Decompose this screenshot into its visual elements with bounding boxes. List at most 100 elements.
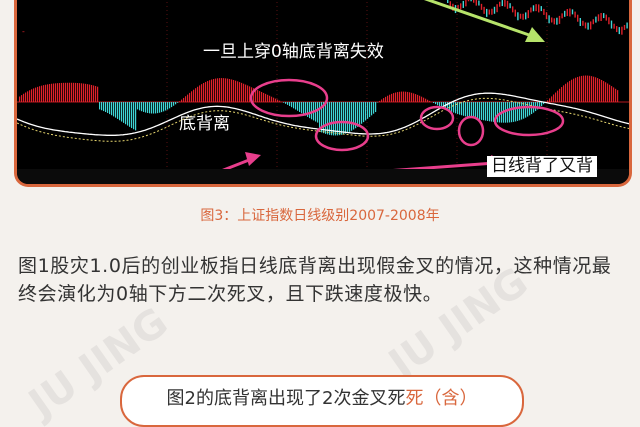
histogram-bar: [297, 102, 298, 111]
histogram-bar: [203, 83, 204, 102]
histogram-bar: [271, 97, 272, 102]
histogram-bar: [53, 84, 54, 102]
histogram-bar: [119, 102, 120, 120]
histogram-bar: [577, 77, 578, 102]
histogram-bar: [385, 97, 386, 102]
histogram-bar: [569, 81, 570, 102]
candle: [551, 17, 552, 22]
histogram-bar: [603, 81, 604, 102]
histogram-bar: [61, 83, 62, 102]
body-paragraph: 图1股灾1.0后的创业板指日线底背离出现假金叉的情况，这种情况最终会演化为0轴下…: [18, 252, 622, 308]
candle: [593, 19, 594, 24]
histogram-bar: [389, 95, 390, 102]
histogram-bar: [507, 102, 508, 123]
histogram-bar: [395, 93, 396, 102]
candle: [509, 3, 510, 8]
histogram-bar: [571, 80, 572, 102]
histogram-bar: [23, 94, 24, 102]
histogram-bar: [469, 102, 470, 117]
histogram-bar: [263, 93, 264, 102]
candle: [580, 18, 581, 26]
histogram-bar: [415, 94, 416, 102]
histogram-bar: [233, 80, 234, 102]
histogram-bar: [291, 102, 292, 107]
histogram-bar: [193, 90, 194, 102]
histogram-bar: [83, 84, 84, 102]
histogram-bar: [259, 91, 260, 102]
candle: [504, 0, 505, 7]
histogram-bar: [481, 102, 482, 120]
histogram-bar: [427, 100, 428, 102]
histogram-bar: [123, 102, 124, 123]
chart-frame: - 一旦上穿0轴底背离失效 底: [14, 0, 632, 187]
histogram-bar: [143, 102, 144, 112]
candle: [606, 15, 607, 21]
histogram-bar: [429, 101, 430, 102]
histogram-bar: [159, 102, 160, 113]
histogram-bar: [273, 98, 274, 102]
highlight-circle: [459, 117, 483, 145]
histogram-bar: [65, 83, 66, 102]
histogram-bar: [497, 102, 498, 122]
histogram-bar: [565, 84, 566, 102]
candle: [603, 13, 604, 18]
histogram-bar: [357, 102, 358, 127]
histogram-bar: [519, 102, 520, 120]
histogram-bar: [381, 99, 382, 102]
histogram-bar: [589, 76, 590, 102]
histogram-bar: [149, 102, 150, 113]
histogram-bar: [183, 98, 184, 102]
histogram-bar: [269, 96, 270, 102]
histogram-bar: [87, 84, 88, 102]
histogram-bar: [459, 102, 460, 115]
histogram-bar: [491, 102, 492, 122]
histogram-bar: [353, 102, 354, 130]
histogram-bar: [597, 78, 598, 102]
histogram-bar: [99, 102, 100, 109]
histogram-bar: [265, 94, 266, 102]
candle: [478, 1, 479, 6]
candle: [546, 12, 547, 19]
candle: [491, 9, 492, 15]
histogram-bar: [359, 102, 360, 125]
candle: [530, 7, 531, 12]
candle: [473, 0, 474, 3]
histogram-bar: [247, 85, 248, 102]
histogram-bar: [177, 102, 178, 103]
histogram-bar: [47, 84, 48, 102]
histogram-bar: [225, 78, 226, 102]
histogram-bar: [109, 102, 110, 114]
histogram-bar: [407, 92, 408, 102]
histogram-bar: [303, 102, 304, 114]
candle: [483, 7, 484, 14]
histogram-bar: [489, 102, 490, 121]
histogram-bar: [209, 80, 210, 102]
candle: [520, 14, 521, 19]
footer-pill: 图2的底背离出现了2次金叉死死（含）: [120, 375, 524, 427]
candle: [541, 6, 542, 11]
histogram-bar: [479, 102, 480, 120]
candle: [468, 0, 469, 1]
histogram-bar: [29, 90, 30, 102]
histogram-bar: [71, 83, 72, 102]
histogram-bar: [471, 102, 472, 118]
histogram-bar: [399, 92, 400, 102]
histogram-bar: [547, 100, 548, 102]
histogram-bar: [235, 81, 236, 102]
histogram-bar: [411, 93, 412, 102]
candle: [486, 9, 487, 17]
histogram-bar: [221, 78, 222, 102]
histogram-bar: [419, 96, 420, 102]
histogram-bar: [43, 85, 44, 102]
histogram-bar: [365, 102, 366, 120]
histogram-bar: [283, 102, 284, 103]
histogram-bar: [103, 102, 104, 111]
histogram-bar: [31, 89, 32, 102]
histogram-bar: [555, 93, 556, 102]
candle: [470, 0, 471, 1]
histogram-bar: [169, 102, 170, 108]
histogram-bar: [363, 102, 364, 122]
histogram-bar: [289, 102, 290, 106]
histogram-bar: [55, 83, 56, 102]
histogram-bar: [391, 94, 392, 102]
